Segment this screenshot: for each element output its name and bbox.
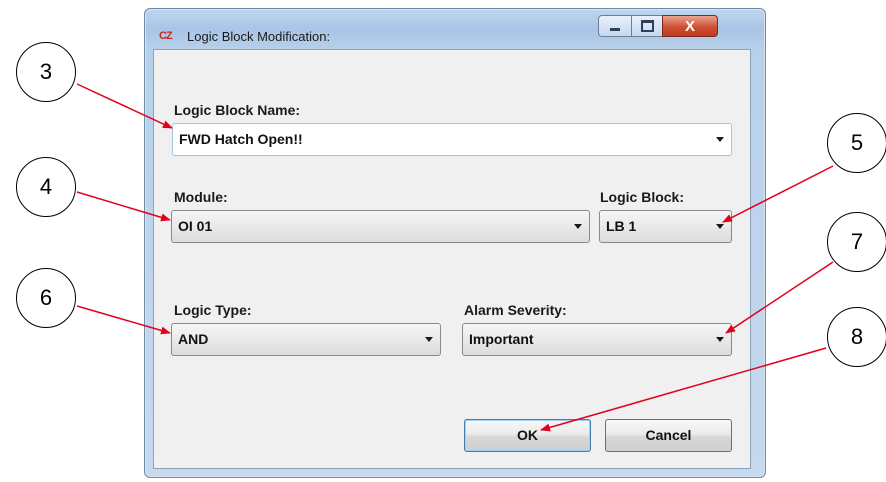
- callout-6-arrow: [76, 305, 171, 335]
- callout-5-arrow: [722, 165, 834, 223]
- callout-8-arrow: [540, 347, 827, 432]
- callout-arrows: [76, 83, 834, 432]
- callout-6: 6: [16, 268, 76, 328]
- callout-4-arrow: [76, 191, 171, 222]
- callout-7: 7: [827, 212, 886, 272]
- callout-5: 5: [827, 113, 886, 173]
- callout-3: 3: [16, 42, 76, 102]
- callout-7-arrow: [725, 261, 834, 334]
- callout-3-arrow: [76, 83, 173, 129]
- callout-8: 8: [827, 307, 886, 367]
- callout-4: 4: [16, 157, 76, 217]
